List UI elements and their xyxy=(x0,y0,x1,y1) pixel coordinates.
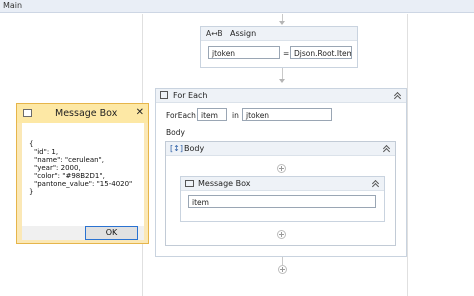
foreach-body-label: Body xyxy=(166,128,185,137)
sequence-icon: [↕] xyxy=(170,144,183,153)
arrow-down-icon xyxy=(279,21,285,25)
assign-value-field[interactable]: Djson.Root.Item("c xyxy=(290,46,352,59)
message-box-text-field[interactable]: item xyxy=(188,195,376,208)
message-line: "name": "cerulean", xyxy=(34,156,104,164)
connector-bottom xyxy=(282,257,283,265)
message-line: "pantone_value": "15-4020" xyxy=(34,180,133,188)
add-activity-icon[interactable] xyxy=(277,164,286,173)
foreach-title: For Each xyxy=(173,91,208,100)
assign-header: A↤B Assign xyxy=(201,27,357,41)
collapse-icon[interactable] xyxy=(371,179,380,188)
message-box-title: Message Box xyxy=(198,179,251,188)
assign-to-field[interactable]: jtoken xyxy=(208,46,280,59)
message-line: "id": 1, xyxy=(34,148,59,156)
message-line: } xyxy=(29,188,34,196)
envelope-icon xyxy=(185,180,194,187)
message-line: "color": "#98B2D1", xyxy=(34,172,105,180)
foreach-header: For Each xyxy=(156,89,406,103)
body-sequence[interactable]: [↕] Body Message Box item xyxy=(165,141,396,246)
message-line: "year": 2000, xyxy=(34,164,81,172)
dialog-titlebar[interactable]: Message Box ✕ xyxy=(17,104,148,123)
body-header: [↕] Body xyxy=(166,142,395,156)
assign-activity[interactable]: A↤B Assign jtoken = Djson.Root.Item("c xyxy=(200,26,358,68)
body-title: Body xyxy=(184,144,205,153)
message-box-dialog: Message Box ✕ { "id": 1, "name": "cerule… xyxy=(16,103,149,244)
ok-button[interactable]: OK xyxy=(85,226,138,240)
close-icon[interactable]: ✕ xyxy=(136,107,144,118)
message-box-header: Message Box xyxy=(181,177,384,191)
foreach-activity[interactable]: For Each ForEach item in jtoken Body [↕]… xyxy=(155,88,407,257)
foreach-icon xyxy=(160,91,168,99)
tab-main[interactable]: Main xyxy=(3,1,22,10)
assign-title: Assign xyxy=(230,29,257,38)
collapse-icon[interactable] xyxy=(382,144,391,153)
dialog-content: { "id": 1, "name": "cerulean", "year": 2… xyxy=(22,123,144,226)
assign-operator: = xyxy=(283,49,290,58)
add-activity-icon[interactable] xyxy=(277,230,286,239)
add-activity-icon[interactable] xyxy=(278,265,287,274)
designer-tab-bar: Main xyxy=(0,0,474,13)
arrow-down-icon xyxy=(279,79,285,83)
foreach-collection-field[interactable]: jtoken xyxy=(242,108,332,121)
foreach-label: ForEach xyxy=(166,111,196,120)
dialog-title: Message Box xyxy=(55,108,118,119)
message-line: { xyxy=(29,140,34,148)
dialog-app-icon xyxy=(23,109,32,117)
collapse-icon[interactable] xyxy=(393,91,402,100)
foreach-item-field[interactable]: item xyxy=(197,108,227,121)
message-box-activity[interactable]: Message Box item xyxy=(180,176,385,222)
assign-icon: A↤B xyxy=(206,29,223,38)
foreach-in-label: in xyxy=(232,111,239,120)
